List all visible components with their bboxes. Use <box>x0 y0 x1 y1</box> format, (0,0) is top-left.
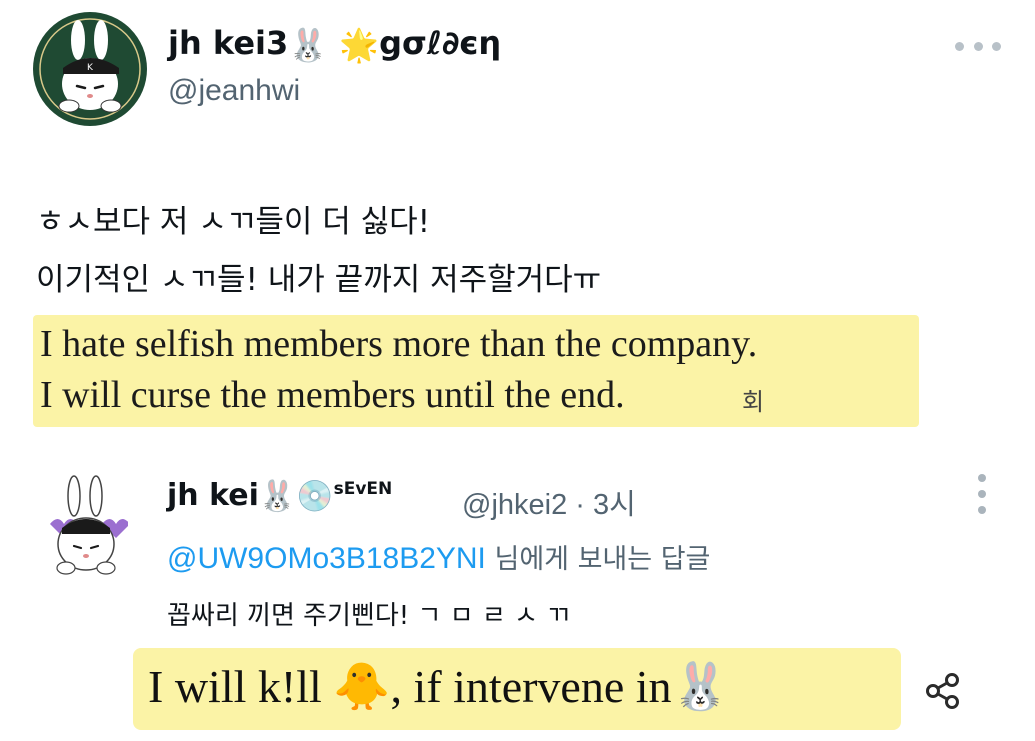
reply-translation: I will k!ll 🐥, if intervene in🐰 <box>148 661 729 712</box>
trailing-text: 회 <box>742 388 765 416</box>
author-name-text: jh kei3 <box>168 24 289 62</box>
rabbit-emoji-icon: 🐰 <box>258 479 297 514</box>
more-options-icon[interactable] <box>955 36 1001 56</box>
author-avatar[interactable]: K <box>33 12 147 126</box>
reply-author-display-name[interactable]: jh kei🐰💿sEvEN <box>167 478 392 514</box>
dot <box>978 490 986 498</box>
disc-emoji-icon: 💿 <box>296 479 334 514</box>
star-emoji-icon: 🌟 <box>339 26 380 64</box>
bunny-avatar-icon: K <box>35 14 145 124</box>
reply-text: 꼽싸리 끼면 주기삔다! ㄱ ㅁ ㄹ ㅅ ㄲ <box>167 601 571 631</box>
dot <box>955 41 964 51</box>
tweet-text-line-2: 이기적인 ㅅㄲ들! 내가 끝까지 저주할거다ㅠ <box>36 262 602 298</box>
mention-link[interactable]: @UW9OMo3B18B2YNI <box>167 542 486 575</box>
dot <box>978 474 986 482</box>
reply-more-options-icon[interactable] <box>976 474 988 514</box>
translation-line-2: I will curse the members until the end. <box>40 374 625 416</box>
reply-author-name-tag: sEvEN <box>333 479 393 499</box>
reply-author-avatar[interactable] <box>44 472 130 584</box>
reply-author-name-text: jh kei <box>167 478 259 513</box>
share-icon[interactable] <box>922 670 964 712</box>
replying-to-line: @UW9OMo3B18B2YNI 님에게 보내는 답글 <box>167 537 710 576</box>
author-display-name[interactable]: jh kei3🐰 🌟gσℓ∂єη <box>168 24 501 64</box>
reply-handle-and-time[interactable]: @jhkei2 · 3시 <box>462 481 636 523</box>
bunny-avatar-icon <box>50 475 130 575</box>
author-name-suffix: gσℓ∂єη <box>379 24 502 62</box>
dot <box>978 506 986 514</box>
replying-to-label: 님에게 보내는 답글 <box>485 544 711 575</box>
share-glyph <box>926 673 959 709</box>
rabbit-emoji-icon: 🐰 <box>288 26 329 64</box>
tweet-text-line-1: ㅎㅅ보다 저 ㅅㄲ들이 더 싫다! <box>36 204 431 240</box>
author-handle[interactable]: @jeanhwi <box>168 74 300 108</box>
translation-line-1: I hate selfish members more than the com… <box>40 323 758 365</box>
dot <box>973 41 983 51</box>
dot <box>992 41 1001 51</box>
